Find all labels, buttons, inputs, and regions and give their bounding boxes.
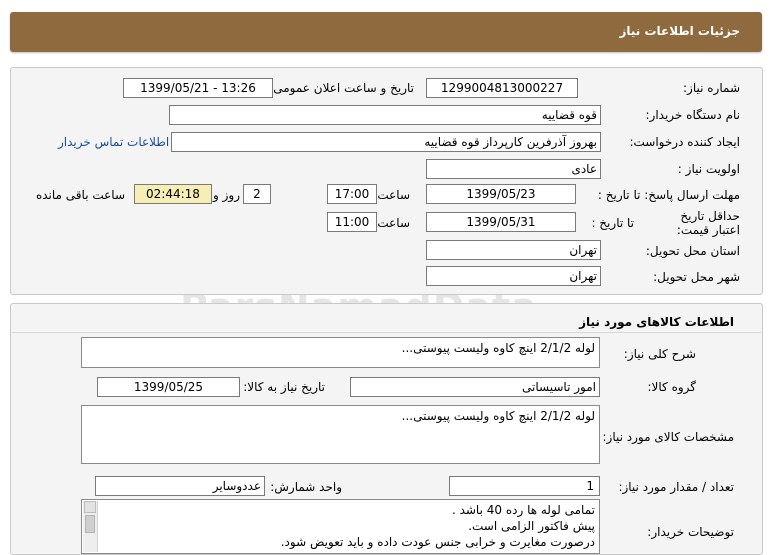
buyer-note-line: تمامی لوله ها رده 40 باشد . xyxy=(451,503,595,517)
remaining-label: ساعت باقی مانده xyxy=(35,188,125,202)
qty-field[interactable]: 1 xyxy=(449,476,600,496)
validity-until-label: تا تاریخ : xyxy=(591,216,634,230)
need-number-label: شماره نیاز: xyxy=(683,81,740,95)
days-label: روز و xyxy=(213,188,240,202)
goods-group-field[interactable]: امور تاسیساتی xyxy=(350,377,600,397)
scroll-up-button[interactable] xyxy=(84,501,96,513)
province-field[interactable]: تهران xyxy=(426,240,601,260)
unit-label: واحد شمارش: xyxy=(270,480,342,494)
priority-field[interactable]: عادی xyxy=(426,159,601,179)
remaining-time-field[interactable]: 02:44:18 xyxy=(134,184,212,204)
validity-time-field[interactable]: 11:00 xyxy=(327,212,377,232)
validity-time-label: ساعت xyxy=(377,216,410,230)
general-desc-field[interactable]: لوله 2/1/2 اینچ کاوه ولیست پیوستی... xyxy=(81,337,600,368)
validity-date-field[interactable]: 1399/05/31 xyxy=(426,212,576,232)
need-date-label: تاریخ نیاز به کالا: xyxy=(243,380,325,394)
section-divider xyxy=(12,332,761,333)
announce-field[interactable]: 1399/05/21 - 13:26 xyxy=(123,78,273,98)
specs-label: مشخصات کالای مورد نیاز: xyxy=(602,430,734,444)
qty-label: تعداد / مقدار مورد نیاز: xyxy=(618,480,734,494)
page-header: جزئیات اطلاعات نیاز xyxy=(10,12,762,52)
need-info-panel: شماره نیاز: 1299004813000227 تاریخ و ساع… xyxy=(10,67,763,295)
goods-section-title: اطلاعات کالاهای مورد نیاز xyxy=(579,315,734,329)
city-label: شهر محل تحویل: xyxy=(653,270,740,284)
requester-label: ایجاد کننده درخواست: xyxy=(629,135,740,149)
reply-time-label: ساعت xyxy=(377,188,410,202)
province-label: استان محل تحویل: xyxy=(645,244,740,258)
goods-panel: اطلاعات کالاهای مورد نیاز شرح کلی نیاز: … xyxy=(10,303,763,555)
buyer-note-line: پیش فاکتور الزامی است. xyxy=(468,519,595,533)
notes-scrollbar[interactable] xyxy=(83,501,98,552)
reply-time-field[interactable]: 17:00 xyxy=(327,184,377,204)
goods-group-label: گروه کالا: xyxy=(647,380,697,394)
requester-field[interactable]: بهروز آذرفرین کارپرداز قوه قضاییه xyxy=(171,132,601,152)
announce-label: تاریخ و ساعت اعلان عمومی: xyxy=(269,81,414,95)
days-remaining-field[interactable]: 2 xyxy=(243,184,271,204)
need-date-field[interactable]: 1399/05/25 xyxy=(97,377,240,397)
buyer-note-line: درصورت مغایرت و خرابی جنس عودت داده و با… xyxy=(280,535,595,549)
page-title: جزئیات اطلاعات نیاز xyxy=(619,24,740,38)
reply-date-field[interactable]: 1399/05/23 xyxy=(426,184,576,204)
buyer-notes-label: توضیحات خریدار: xyxy=(647,525,734,539)
buyer-org-label: نام دستگاه خریدار: xyxy=(645,108,741,122)
buyer-contact-link[interactable]: اطلاعات تماس خریدار xyxy=(58,135,169,149)
scroll-thumb[interactable] xyxy=(85,515,95,533)
city-field[interactable]: تهران xyxy=(426,266,601,286)
price-validity-label: حداقل تاریخ اعتبار قیمت: xyxy=(676,209,740,237)
need-number-field[interactable]: 1299004813000227 xyxy=(426,78,578,98)
general-desc-label: شرح کلی نیاز: xyxy=(623,347,696,361)
reply-deadline-label: مهلت ارسال پاسخ: تا تاریخ : xyxy=(597,188,740,202)
specs-field[interactable]: لوله 2/1/2 اینچ کاوه ولیست پیوستی... xyxy=(81,405,600,464)
buyer-org-field[interactable]: قوه قضاییه xyxy=(169,105,601,125)
buyer-notes-field[interactable]: تمامی لوله ها رده 40 باشد . پیش فاکتور ا… xyxy=(81,499,600,554)
unit-field[interactable]: عددوسایر xyxy=(95,476,265,496)
priority-label: اولویت نیاز : xyxy=(677,162,740,176)
